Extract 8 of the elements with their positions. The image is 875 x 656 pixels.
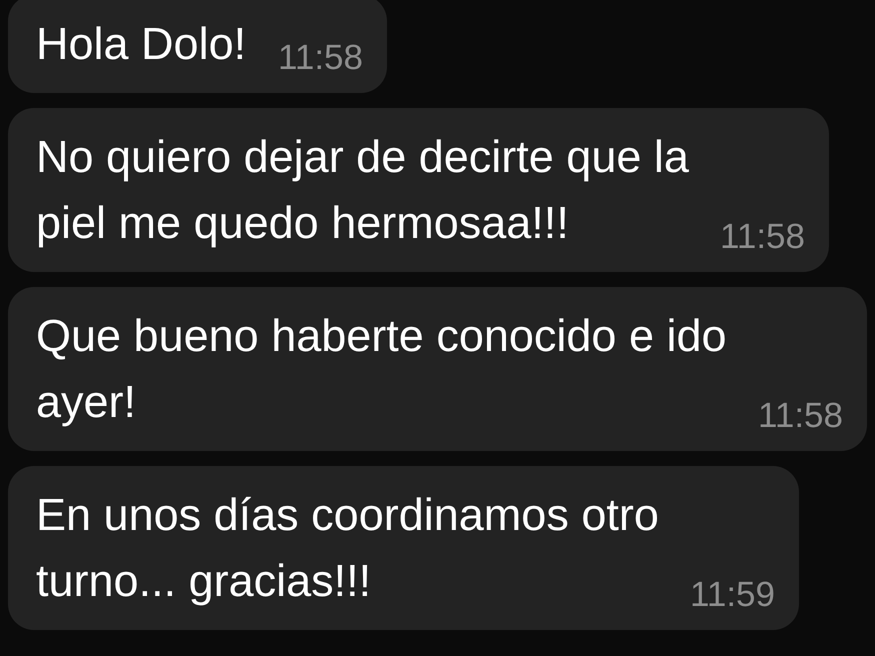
message-text: No quiero dejar de decirte que la piel me quedo hermosaa!!! xyxy=(36,131,689,248)
message-time: 11:58 xyxy=(278,39,363,77)
message-time: 11:59 xyxy=(690,576,775,614)
message-text: En unos días coordinamos otro turno... gracias!!! xyxy=(36,489,659,606)
message-text: Que bueno haberte conocido e ido ayer! xyxy=(36,310,727,427)
message-text: Hola Dolo! xyxy=(36,18,246,69)
message-time: 11:58 xyxy=(720,218,805,256)
message-time: 11:58 xyxy=(758,397,843,435)
